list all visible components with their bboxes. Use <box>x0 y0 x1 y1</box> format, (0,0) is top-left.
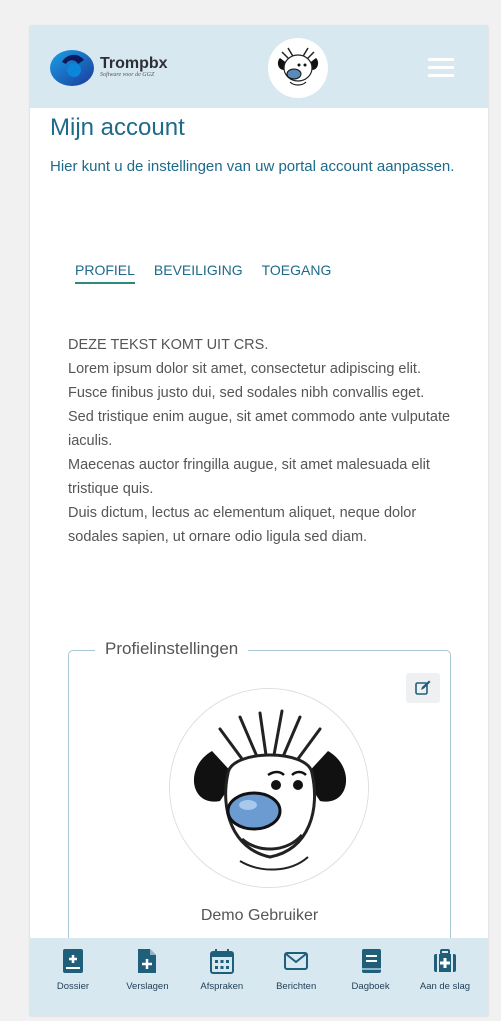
nav-berichten[interactable]: Berichten <box>261 948 331 1016</box>
profile-user-name: Demo Gebruiker <box>200 907 319 924</box>
hamburger-menu-button[interactable] <box>428 58 454 78</box>
logo-name: Trompbx <box>100 54 168 72</box>
hamburger-line <box>428 66 454 69</box>
envelope-icon <box>284 952 309 970</box>
dog-profile-icon <box>170 689 368 887</box>
book-icon <box>361 949 381 973</box>
profile-settings-legend: Profielinstellingen <box>95 639 249 659</box>
page-title: Mijn account <box>50 114 185 141</box>
document-plus-icon <box>138 949 157 973</box>
nav-label: Dossier <box>56 981 90 992</box>
dossier-icon <box>63 949 83 973</box>
crs-line: Duis dictum, lectus ac elementum aliquet… <box>68 505 417 545</box>
edit-icon <box>415 680 431 695</box>
crs-line: Sed tristique enim augue, sit amet commo… <box>68 409 451 449</box>
nav-aan-de-slag[interactable]: Aan de slag <box>410 948 480 1016</box>
nav-afspraken[interactable]: Afspraken <box>187 948 257 1016</box>
nav-dossier[interactable]: Dossier <box>38 948 108 1016</box>
crs-line: Lorem ipsum dolor sit amet, consectetur … <box>68 361 421 377</box>
tab-profiel[interactable]: PROFIEL <box>75 262 135 284</box>
nav-label: Berichten <box>276 981 317 992</box>
trompbx-logo[interactable]: Trompbx Software voor de GGZ <box>48 42 168 90</box>
bottom-navigation: Dossier Verslagen Afspraken Berichten Da… <box>30 938 488 1016</box>
crs-line: DEZE TEKST KOMT UIT CRS. <box>68 337 269 353</box>
trompbx-logo-icon <box>50 50 94 86</box>
nav-verslagen[interactable]: Verslagen <box>112 948 182 1016</box>
nav-label: Afspraken <box>200 981 244 992</box>
nav-label: Dagboek <box>351 981 390 992</box>
hamburger-line <box>428 74 454 77</box>
logo-tagline: Software voor de GGZ <box>100 71 155 78</box>
tab-toegang[interactable]: TOEGANG <box>262 262 332 284</box>
medkit-icon <box>433 949 456 972</box>
page-intro: Hier kunt u de instellingen van uw porta… <box>50 158 455 175</box>
profile-picture <box>169 688 369 888</box>
dog-avatar-icon <box>269 39 327 97</box>
nav-label: Verslagen <box>126 981 169 992</box>
hamburger-line <box>428 58 454 61</box>
crs-line: Maecenas auctor fringilla augue, sit ame… <box>68 457 430 497</box>
edit-profile-button[interactable] <box>406 673 440 703</box>
calendar-icon <box>209 949 234 974</box>
nav-label: Aan de slag <box>419 981 471 992</box>
crs-text-block: DEZE TEKST KOMT UIT CRS. Lorem ipsum dol… <box>68 333 458 549</box>
user-avatar[interactable] <box>268 38 328 98</box>
crs-line: Fusce finibus justo dui, sed sodales nib… <box>68 385 425 401</box>
top-header: Trompbx Software voor de GGZ <box>30 26 488 108</box>
app-screen: Trompbx Software voor de GGZ Mijn accoun… <box>30 26 488 1016</box>
tab-beveiliging[interactable]: BEVEILIGING <box>154 262 243 284</box>
account-tabs: PROFIEL BEVEILIGING TOEGANG <box>75 262 350 284</box>
nav-dagboek[interactable]: Dagboek <box>336 948 406 1016</box>
